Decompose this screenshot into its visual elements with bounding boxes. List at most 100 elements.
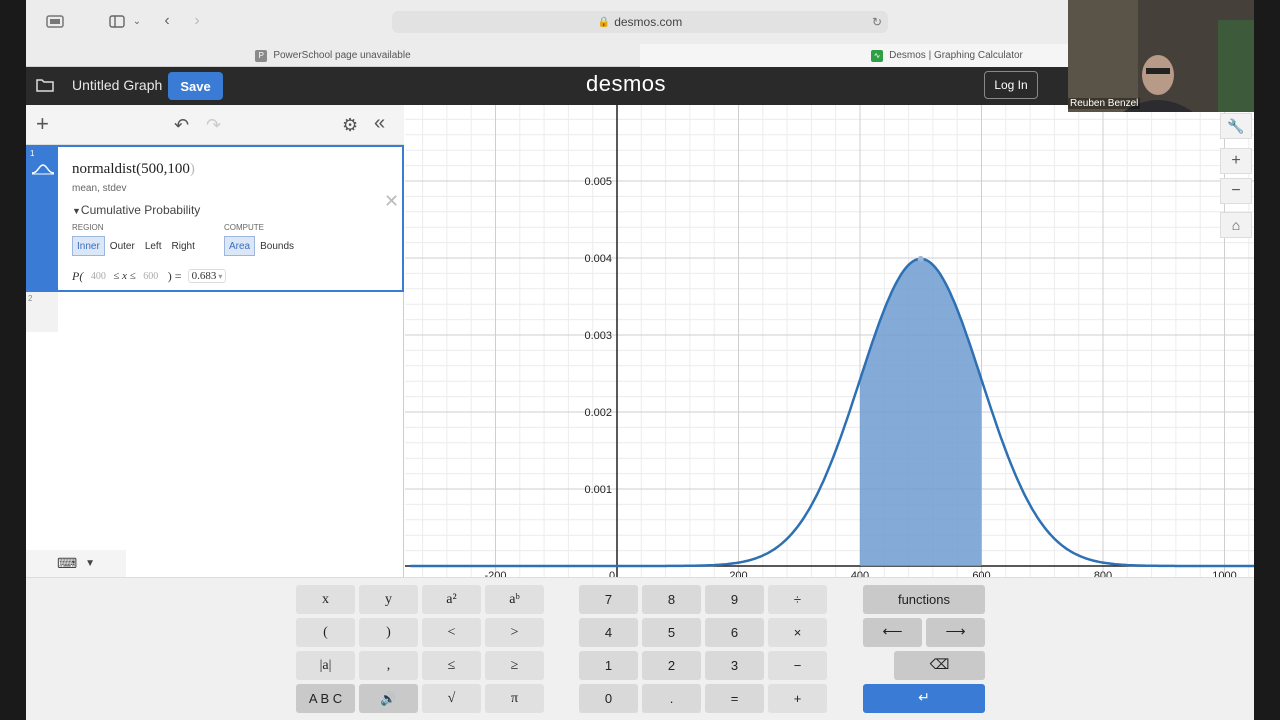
keypad-key[interactable]: 0 [579, 684, 638, 713]
keypad-key[interactable]: . [642, 684, 701, 713]
keypad-key[interactable]: + [768, 684, 827, 713]
chevron-down-icon[interactable]: ⌄ [130, 8, 144, 34]
keypad-key[interactable]: A B C [296, 684, 355, 713]
probability-row: P( 400 ≤ x ≤ 600 ) = 0.683 ▾ [72, 268, 227, 284]
keypad-key[interactable]: , [359, 651, 418, 680]
keypad-key[interactable]: ≥ [485, 651, 544, 680]
upper-bound-input[interactable]: 600 [136, 271, 166, 282]
sidebar-toggle-button[interactable] [28, 8, 82, 34]
keypad-key[interactable]: 5 [642, 618, 701, 647]
cursor-left-button[interactable]: ⟵ [863, 618, 922, 647]
keyboard-toggle-button[interactable]: ⌨ ▼ [26, 550, 126, 577]
x-tick-label: 0 [609, 570, 615, 577]
keypad-key[interactable]: y [359, 585, 418, 614]
keypad-key[interactable]: 7 [579, 585, 638, 614]
region-buttons: Inner Outer Left Right [72, 236, 200, 256]
index-number: 1 [30, 149, 35, 158]
keypad-key[interactable]: ( [296, 618, 355, 647]
lower-bound-input[interactable]: 400 [83, 271, 113, 282]
cumulative-toggle[interactable]: ▼Cumulative Probability [72, 203, 200, 217]
app-window: ⌄ ‹ › 🔒 desmos.com ↻ P PowerSchool page … [26, 0, 1254, 720]
region-left-button[interactable]: Left [139, 236, 167, 256]
compute-area-button[interactable]: Area [224, 236, 256, 256]
y-tick-label: 0.002 [584, 407, 612, 419]
expression-formula[interactable]: normaldist(500,100) [72, 161, 195, 178]
cursor-right-button[interactable]: ⟶ [926, 618, 985, 647]
formula-close-paren: ) [189, 161, 195, 177]
x-tick-label: 400 [851, 570, 869, 577]
region-inner-button[interactable]: Inner [72, 236, 105, 256]
backspace-button[interactable]: ⌫ [894, 651, 985, 680]
save-button[interactable]: Save [168, 72, 223, 100]
lock-icon: 🔒 [597, 16, 611, 28]
caret-down-icon: ▼ [85, 558, 96, 569]
graph-title[interactable]: Untitled Graph [72, 77, 162, 93]
close-icon[interactable]: ✕ [384, 191, 399, 212]
participant-video [1068, 0, 1254, 112]
enter-button[interactable]: ↵ [863, 684, 985, 713]
probability-result[interactable]: 0.683 ▾ [187, 269, 227, 283]
gear-icon[interactable]: ⚙ [342, 115, 358, 136]
keypad-key[interactable]: π [485, 684, 544, 713]
keypad-key[interactable]: > [485, 618, 544, 647]
folder-icon[interactable] [36, 77, 54, 93]
keypad-key[interactable]: 8 [642, 585, 701, 614]
keypad-key[interactable]: a² [422, 585, 481, 614]
keypad-key[interactable]: < [422, 618, 481, 647]
tab-label: Desmos | Graphing Calculator [889, 50, 1023, 61]
add-item-icon[interactable]: + [36, 111, 49, 137]
redo-icon[interactable]: ↷ [206, 115, 221, 136]
desmos-favicon-icon: ∿ [871, 49, 884, 62]
keypad-key[interactable]: x [296, 585, 355, 614]
math-keypad: x y a² aᵇ () < > |a|, ≤ ≥ A B C 🔊 √ π 7 8 9 ÷ 4 5 6 × 1 2 3− 0. = +… [26, 577, 1254, 720]
keyboard-icon: ⌨ [56, 555, 78, 571]
collapse-panel-icon[interactable]: « [374, 112, 385, 135]
tab-powerschool[interactable]: P PowerSchool page unavailable [26, 44, 640, 67]
region-outer-button[interactable]: Outer [104, 236, 140, 256]
login-button[interactable]: Log In [984, 71, 1038, 99]
tab-overview-button[interactable] [106, 8, 128, 34]
zoom-in-button[interactable]: + [1220, 148, 1252, 174]
keypad-key[interactable]: = [705, 684, 764, 713]
url-text: desmos.com [614, 15, 683, 29]
functions-button[interactable]: functions [863, 585, 985, 614]
undo-icon[interactable]: ↶ [174, 115, 189, 136]
keypad-key[interactable]: 3 [705, 651, 764, 680]
keypad-key[interactable]: 1 [579, 651, 638, 680]
reload-icon[interactable]: ↻ [872, 15, 882, 29]
region-label: REGION [72, 223, 104, 232]
tab-label: PowerSchool page unavailable [273, 50, 411, 61]
keypad-key[interactable]: × [768, 618, 827, 647]
back-button[interactable]: ‹ [158, 8, 176, 34]
keypad-key[interactable]: √ [422, 684, 481, 713]
curve-peak-point[interactable] [917, 255, 924, 262]
keypad-key[interactable]: 6 [705, 618, 764, 647]
keypad-key[interactable]: ÷ [768, 585, 827, 614]
keypad-key[interactable]: 2 [642, 651, 701, 680]
powerschool-favicon-icon: P [255, 49, 268, 62]
x-tick-label: 600 [972, 570, 990, 577]
graph-paper[interactable]: -200 0 200 400 600 800 1000 0.001 0.002 0.003 0.00… [405, 105, 1254, 577]
compute-bounds-button[interactable]: Bounds [255, 236, 300, 256]
keypad-key[interactable]: 🔊 [359, 684, 418, 713]
forward-button[interactable]: › [188, 8, 206, 34]
dropdown-caret-icon: ▾ [216, 272, 223, 281]
keypad-key[interactable]: 4 [579, 618, 638, 647]
graph-canvas[interactable]: -200 0 200 400 600 800 1000 0.001 0.002 0.003 0.00… [405, 105, 1254, 577]
keypad-key[interactable]: 9 [705, 585, 764, 614]
keypad-key[interactable]: |a| [296, 651, 355, 680]
home-icon[interactable]: ⌂ [1220, 212, 1252, 238]
cumulative-label: Cumulative Probability [80, 203, 201, 217]
region-right-button[interactable]: Right [166, 236, 200, 256]
expression-item-empty[interactable]: 2 [26, 292, 58, 332]
wrench-icon[interactable]: 🔧 [1220, 113, 1252, 139]
prob-prefix: P( [72, 268, 84, 283]
keypad-key[interactable]: ) [359, 618, 418, 647]
expression-item[interactable]: 1 normaldist(500,100) mean, stdev ▼Cumul… [26, 145, 404, 292]
address-bar[interactable]: 🔒 desmos.com ↻ [392, 11, 888, 33]
keypad-key[interactable]: aᵇ [485, 585, 544, 614]
zoom-out-button[interactable]: − [1220, 178, 1252, 204]
keypad-key[interactable]: − [768, 651, 827, 680]
keypad-key[interactable]: ≤ [422, 651, 481, 680]
expression-index: 1 [28, 147, 58, 290]
